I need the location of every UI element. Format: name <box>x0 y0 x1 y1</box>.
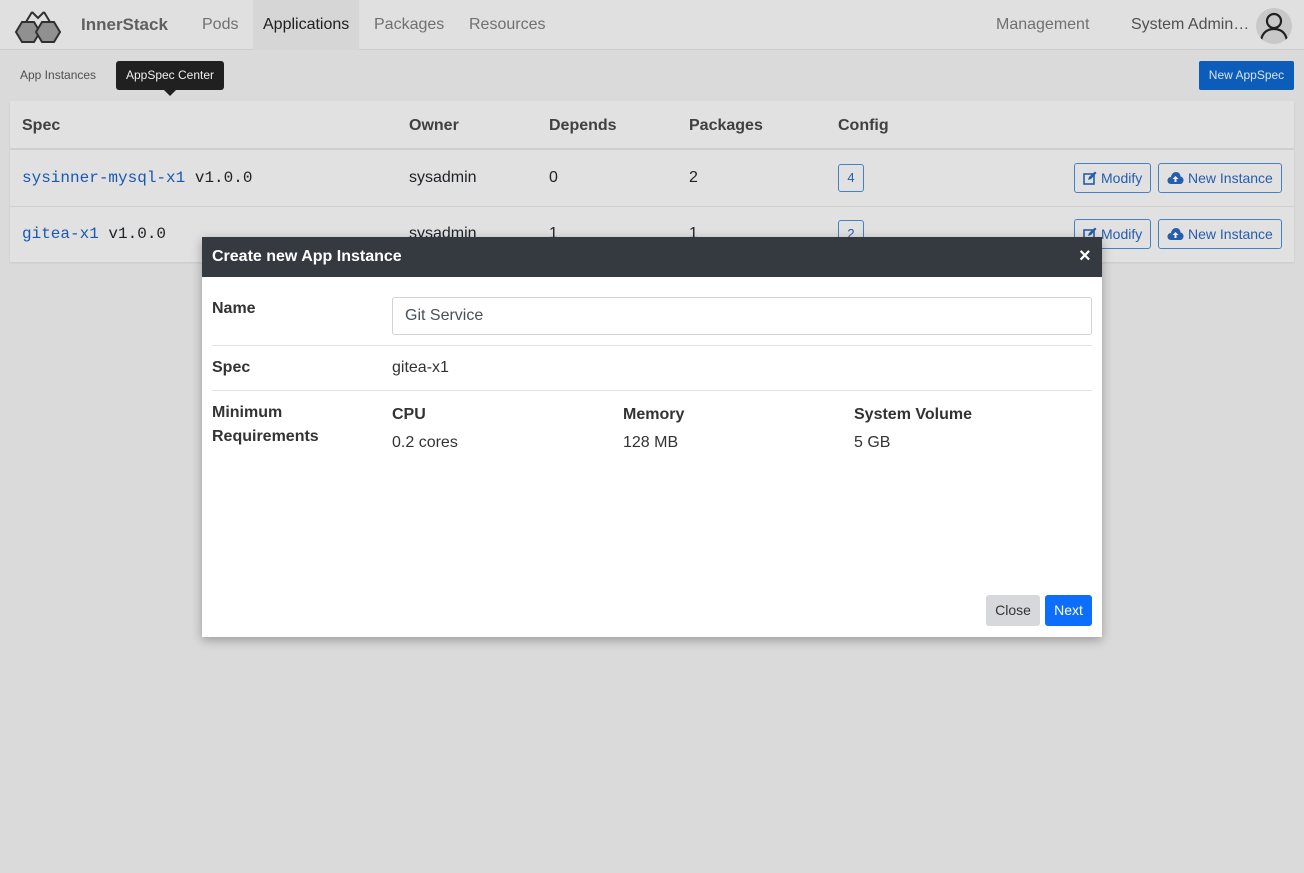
memory-label: Memory <box>623 406 685 423</box>
requirements-label: Minimum Requirements <box>212 401 319 449</box>
modal-title: Create new App Instance <box>212 248 402 265</box>
name-label: Name <box>212 300 256 317</box>
system-volume-label: System Volume <box>854 406 972 423</box>
instance-name-input[interactable] <box>392 297 1092 335</box>
cpu-label: CPU <box>392 406 426 423</box>
requirements-label-line-2: Requirements <box>212 428 319 445</box>
system-volume-value: 5 GB <box>854 434 891 451</box>
modal-divider <box>212 390 1092 391</box>
requirements-label-line-1: Minimum <box>212 404 283 421</box>
memory-value: 128 MB <box>623 434 679 451</box>
close-button[interactable]: Close <box>986 595 1040 626</box>
modal-divider <box>212 345 1092 346</box>
close-icon[interactable]: × <box>1079 245 1091 267</box>
create-instance-modal: Create new App Instance × Name Spec gite… <box>202 237 1102 637</box>
modal-header: Create new App Instance × <box>202 237 1102 277</box>
spec-label: Spec <box>212 359 251 376</box>
next-button[interactable]: Next <box>1045 595 1092 626</box>
cpu-value: 0.2 cores <box>392 434 458 451</box>
spec-value: gitea-x1 <box>392 359 449 376</box>
